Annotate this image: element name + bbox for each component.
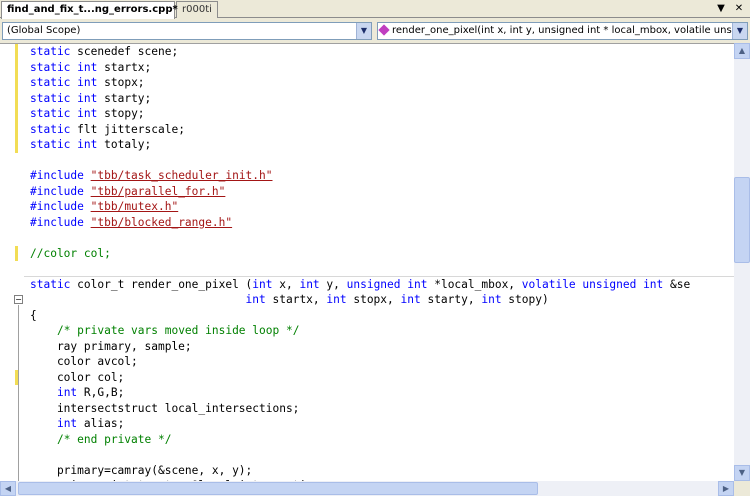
arrow-left-icon[interactable]: ◀	[0, 481, 16, 496]
outline-guide	[18, 305, 19, 481]
horizontal-scroll-thumb[interactable]	[18, 482, 538, 495]
code-line[interactable]: int startx, int stopx, int starty, int s…	[0, 292, 734, 308]
tab-list-dropdown-icon[interactable]: ▼	[714, 1, 728, 16]
code-editor[interactable]: static scenedef scene; static int startx;…	[0, 43, 734, 481]
code-text: static flt jitterscale;	[30, 122, 185, 136]
code-line[interactable]: intersectstruct local_intersections;	[0, 401, 734, 417]
scope-combo-value: (Global Scope)	[7, 25, 81, 36]
code-area[interactable]: static scenedef scene; static int startx;…	[0, 44, 734, 481]
navigation-bar: (Global Scope) ▼ render_one_pixel(int x,…	[0, 19, 750, 43]
code-line[interactable]: ray primary, sample;	[0, 339, 734, 355]
arrow-down-icon[interactable]: ▼	[734, 465, 750, 481]
code-line[interactable]: int alias;	[0, 416, 734, 432]
code-text: color avcol;	[30, 355, 138, 368]
code-text: int R,G,B;	[56, 386, 125, 399]
code-line[interactable]: #include "tbb/mutex.h"	[0, 199, 734, 215]
code-line[interactable]: static scenedef scene;	[0, 44, 734, 60]
code-text: int startx, int stopx, int starty, int s…	[245, 293, 549, 306]
scrollbar-corner	[734, 481, 750, 496]
code-line[interactable]: primary=camray(&scene, x, y);	[0, 463, 734, 479]
code-line[interactable]: static int totaly;	[0, 137, 734, 153]
code-text: #include "tbb/blocked_range.h"	[30, 215, 233, 229]
code-text: static color_t render_one_pixel (int x, …	[30, 277, 691, 291]
scope-combo[interactable]: (Global Scope) ▼	[2, 22, 372, 40]
code-text: primary=camray(&scene, x, y);	[30, 463, 253, 477]
code-line[interactable]	[0, 230, 734, 246]
document-tab-strip: find_and_fix_t...ng_errors.cpp* r000ti ▼…	[0, 0, 750, 19]
close-document-icon[interactable]: ✕	[732, 1, 746, 16]
code-line[interactable]: //color col;	[0, 245, 734, 261]
code-text: static int stopx;	[30, 76, 145, 89]
code-line[interactable]: color avcol;	[0, 354, 734, 370]
code-line[interactable]: static int starty;	[0, 90, 734, 106]
code-text: static int starty;	[30, 91, 152, 105]
chevron-down-icon[interactable]: ▼	[356, 23, 371, 39]
code-text: color col;	[30, 370, 125, 384]
code-text: /* private vars moved inside loop */	[56, 324, 300, 337]
change-marker	[15, 44, 18, 60]
code-text: #include "tbb/mutex.h"	[30, 200, 179, 213]
change-marker	[15, 75, 18, 91]
change-marker	[15, 245, 18, 261]
code-line[interactable]: /* end private */	[0, 432, 734, 448]
code-text: //color col;	[30, 246, 111, 260]
code-text: static int totaly;	[30, 138, 152, 151]
vertical-scrollbar[interactable]: ▲ ▼	[734, 43, 750, 481]
member-combo-value: render_one_pixel(int x, int y, unsigned …	[392, 25, 748, 36]
code-line[interactable]: int R,G,B;	[0, 385, 734, 401]
code-line[interactable]: /* private vars moved inside loop */	[0, 323, 734, 339]
code-line[interactable]: #include "tbb/task_scheduler_init.h"	[0, 168, 734, 184]
code-line[interactable]	[0, 261, 734, 277]
member-combo[interactable]: render_one_pixel(int x, int y, unsigned …	[377, 22, 748, 40]
code-line[interactable]: {	[0, 308, 734, 324]
tab-find-and-fix-errors-cpp[interactable]: find_and_fix_t...ng_errors.cpp*	[1, 1, 178, 19]
code-text: static scenedef scene;	[30, 45, 179, 58]
code-text: #include "tbb/parallel_for.h"	[30, 184, 226, 198]
code-text: static int startx;	[30, 60, 152, 74]
arrow-right-icon[interactable]: ▶	[718, 481, 734, 496]
code-line[interactable]: static int startx;	[0, 59, 734, 75]
collapse-icon[interactable]: −	[14, 295, 23, 304]
vertical-scroll-thumb[interactable]	[734, 177, 750, 263]
code-text: {	[30, 308, 37, 322]
code-text: int alias;	[56, 417, 125, 430]
code-line[interactable]: static color_t render_one_pixel (int x, …	[0, 277, 734, 293]
horizontal-scrollbar[interactable]: ◀ ▶	[0, 481, 734, 496]
change-marker	[15, 137, 18, 153]
change-marker	[15, 90, 18, 106]
chevron-down-icon[interactable]: ▼	[732, 23, 747, 39]
code-text: #include "tbb/task_scheduler_init.h"	[30, 169, 273, 182]
code-line[interactable]: static int stopy;	[0, 106, 734, 122]
arrow-up-icon[interactable]: ▲	[734, 43, 750, 59]
code-line[interactable]: static flt jitterscale;	[0, 121, 734, 137]
code-line[interactable]: static int stopx;	[0, 75, 734, 91]
code-line[interactable]: #include "tbb/blocked_range.h"	[0, 215, 734, 231]
code-line[interactable]: color col;	[0, 369, 734, 385]
code-line[interactable]	[0, 447, 734, 463]
code-line[interactable]	[0, 153, 734, 169]
tab-r000ti[interactable]: r000ti	[176, 1, 218, 18]
change-marker	[15, 106, 18, 122]
code-line[interactable]: #include "tbb/parallel_for.h"	[0, 184, 734, 200]
code-text: intersectstruct local_intersections;	[30, 401, 300, 415]
code-text: static int stopy;	[30, 107, 145, 120]
change-marker	[15, 121, 18, 137]
code-text: ray primary, sample;	[30, 339, 192, 353]
function-icon	[378, 24, 390, 36]
code-text: /* end private */	[56, 432, 172, 446]
change-marker	[15, 59, 18, 75]
